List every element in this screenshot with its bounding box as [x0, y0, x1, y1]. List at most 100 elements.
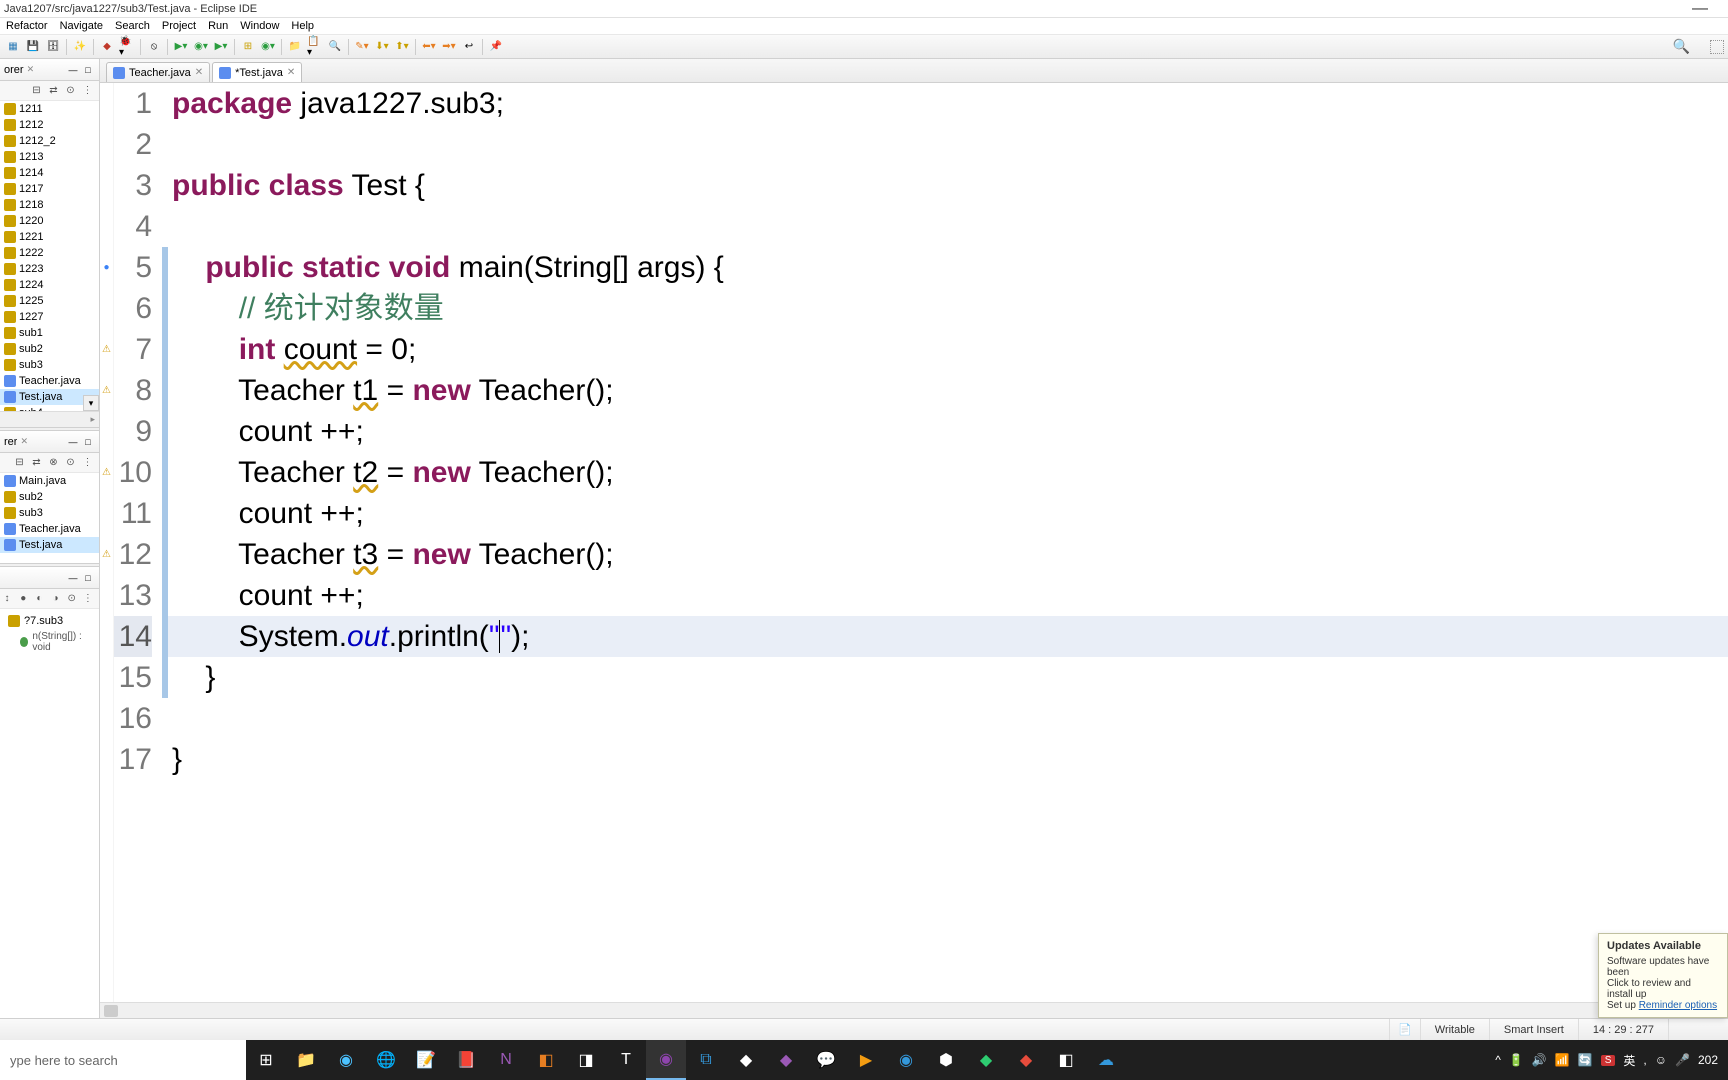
- view-menu-icon[interactable]: ⋮: [80, 83, 95, 98]
- perspective-switcher[interactable]: [1710, 40, 1724, 54]
- system-tray[interactable]: ^ 🔋 🔊 📶 🔄 S 英 , ☺ 🎤 202: [1485, 1052, 1728, 1069]
- tree-item[interactable]: 1223: [0, 261, 99, 277]
- updates-popup[interactable]: Updates Available Software updates have …: [1598, 933, 1728, 1018]
- maximize-view-icon[interactable]: □: [81, 435, 95, 449]
- outline-package[interactable]: ?7.sub3: [4, 613, 95, 629]
- save-all-button[interactable]: 🗄: [44, 38, 62, 56]
- link-editor-icon[interactable]: ⇄: [46, 83, 61, 98]
- quick-access-icon[interactable]: 🔍: [1673, 38, 1690, 55]
- menu-project[interactable]: Project: [156, 20, 202, 32]
- tree-item[interactable]: 1213: [0, 149, 99, 165]
- app3-button[interactable]: ◉: [886, 1040, 926, 1080]
- media-button[interactable]: ▶: [846, 1040, 886, 1080]
- last-edit-button[interactable]: ↩: [460, 38, 478, 56]
- forward-button[interactable]: ➡▾: [440, 38, 458, 56]
- outline-tree[interactable]: ?7.sub3 n(String[]) : void: [0, 609, 99, 1018]
- editor-body[interactable]: ●⚠⚠⚠⚠ 1234567891011121314151617 package …: [100, 83, 1728, 1002]
- line-number-ruler[interactable]: 1234567891011121314151617: [114, 83, 162, 1002]
- hide-nonpublic-icon[interactable]: ◑: [48, 591, 62, 606]
- sort-icon[interactable]: ↕: [0, 591, 14, 606]
- scroll-down-icon[interactable]: ▾: [83, 395, 99, 411]
- editor-tab[interactable]: *Test.java✕: [212, 62, 302, 82]
- tree-item[interactable]: 1217: [0, 181, 99, 197]
- status-insert[interactable]: Smart Insert: [1489, 1019, 1578, 1040]
- chrome-button[interactable]: 🌐: [366, 1040, 406, 1080]
- volume-icon[interactable]: 🔊: [1532, 1053, 1547, 1067]
- reminder-options-link[interactable]: Reminder options: [1639, 1000, 1717, 1011]
- task-view-button[interactable]: ⊞: [246, 1040, 286, 1080]
- project-explorer-tree[interactable]: Main.javasub2sub3Teacher.javaTest.java: [0, 473, 99, 563]
- open-type-button[interactable]: 📁: [286, 38, 304, 56]
- run-last-button[interactable]: ▶▾: [212, 38, 230, 56]
- tree-item[interactable]: Test.java: [0, 537, 99, 553]
- sync-icon[interactable]: 🔄: [1578, 1053, 1593, 1067]
- wand-button[interactable]: ✨: [71, 38, 89, 56]
- notepad-button[interactable]: 📝: [406, 1040, 446, 1080]
- horizontal-scrollbar[interactable]: [100, 1002, 1728, 1018]
- build-button[interactable]: ◆: [98, 38, 116, 56]
- wechat-button[interactable]: 💬: [806, 1040, 846, 1080]
- back-button[interactable]: ⬅▾: [420, 38, 438, 56]
- tree-item[interactable]: Main.java: [0, 473, 99, 489]
- new-class-button[interactable]: ◉▾: [259, 38, 277, 56]
- app2-button[interactable]: ◆: [766, 1040, 806, 1080]
- minimize-button[interactable]: —: [1692, 0, 1708, 18]
- file-explorer-button[interactable]: 📁: [286, 1040, 326, 1080]
- tree-item[interactable]: 1224: [0, 277, 99, 293]
- annotation-ruler[interactable]: ●⚠⚠⚠⚠: [100, 83, 114, 1002]
- tree-item[interactable]: 1225: [0, 293, 99, 309]
- menu-navigate[interactable]: Navigate: [54, 20, 109, 32]
- link-editor-icon[interactable]: ⇄: [29, 455, 44, 470]
- outline-tab[interactable]: — □: [0, 567, 99, 589]
- tree-item[interactable]: 1221: [0, 229, 99, 245]
- tray-chevron-icon[interactable]: ^: [1495, 1053, 1501, 1067]
- hide-fields-icon[interactable]: ●: [16, 591, 30, 606]
- onenote-button[interactable]: N: [486, 1040, 526, 1080]
- close-tab-icon[interactable]: ✕: [287, 67, 295, 78]
- tree-item[interactable]: 1220: [0, 213, 99, 229]
- app1-button[interactable]: ◆: [726, 1040, 766, 1080]
- maximize-view-icon[interactable]: □: [81, 63, 95, 77]
- ime-indicator[interactable]: S: [1601, 1055, 1616, 1066]
- focus-icon[interactable]: ⊙: [63, 455, 78, 470]
- collapse-all-icon[interactable]: ⊟: [29, 83, 44, 98]
- scrollbar-thumb[interactable]: [104, 1005, 118, 1017]
- battery-icon[interactable]: 🔋: [1509, 1053, 1524, 1067]
- run-button[interactable]: ▶▾: [172, 38, 190, 56]
- ime-emoji-icon[interactable]: ☺: [1655, 1053, 1667, 1067]
- wifi-icon[interactable]: 📶: [1555, 1053, 1570, 1067]
- menu-window[interactable]: Window: [234, 20, 285, 32]
- minimize-view-icon[interactable]: —: [66, 63, 80, 77]
- status-icon[interactable]: 📄: [1389, 1019, 1420, 1040]
- collapse-all-icon[interactable]: ⊟: [12, 455, 27, 470]
- tree-item[interactable]: sub2: [0, 341, 99, 357]
- tree-item[interactable]: 1212_2: [0, 133, 99, 149]
- tree-item[interactable]: Teacher.java: [0, 373, 99, 389]
- tree-item[interactable]: Teacher.java: [0, 521, 99, 537]
- hide-local-icon[interactable]: ⊙: [65, 591, 79, 606]
- menu-search[interactable]: Search: [109, 20, 156, 32]
- code-editor[interactable]: package java1227.sub3;public class Test …: [168, 83, 1728, 1002]
- focus-icon[interactable]: ⊙: [63, 83, 78, 98]
- new-button[interactable]: ▦: [4, 38, 22, 56]
- outline-method[interactable]: n(String[]) : void: [4, 629, 95, 655]
- minimize-view-icon[interactable]: —: [66, 571, 80, 585]
- edge-button[interactable]: ◉: [326, 1040, 366, 1080]
- tree-item[interactable]: sub2: [0, 489, 99, 505]
- tree-item[interactable]: 1211: [0, 101, 99, 117]
- prev-annotation-button[interactable]: ⬆▾: [393, 38, 411, 56]
- acrobat-button[interactable]: 📕: [446, 1040, 486, 1080]
- coverage-button[interactable]: ◉▾: [192, 38, 210, 56]
- next-annotation-button[interactable]: ⬇▾: [373, 38, 391, 56]
- tree-item[interactable]: 1218: [0, 197, 99, 213]
- ime-lang[interactable]: 英: [1623, 1052, 1635, 1069]
- tree-item[interactable]: 1212: [0, 117, 99, 133]
- app6-button[interactable]: ◆: [1006, 1040, 1046, 1080]
- eclipse-button[interactable]: ◉: [646, 1040, 686, 1080]
- toggle-mark-button[interactable]: ✎▾: [353, 38, 371, 56]
- menu-help[interactable]: Help: [285, 20, 320, 32]
- windows-search[interactable]: ype here to search: [0, 1040, 246, 1080]
- tree-item[interactable]: sub1: [0, 325, 99, 341]
- package-explorer-tab[interactable]: orer ✕ — □: [0, 59, 99, 81]
- editor-tab[interactable]: Teacher.java✕: [106, 62, 210, 82]
